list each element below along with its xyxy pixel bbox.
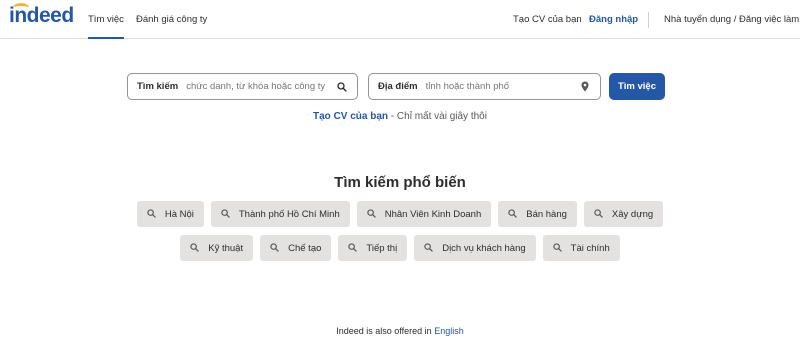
cv-prompt-text: Chỉ mất vài giây thôi <box>396 111 487 122</box>
where-input[interactable] <box>425 76 578 97</box>
popular-search-chip[interactable]: Tài chính <box>542 235 620 261</box>
popular-search-label: Chế tạo <box>288 242 322 254</box>
cv-prompt-separator: - <box>388 111 397 122</box>
create-cv-link[interactable]: Tạo CV của bạn <box>313 111 388 122</box>
popular-search-label: Hà Nội <box>164 208 194 220</box>
what-label: Tìm kiếm <box>137 81 179 92</box>
popular-search-label: Bán hàng <box>526 208 567 220</box>
popular-searches-row-1: Hà Nội Thành phố Hồ Chí Minh Nhân Viên Kin… <box>0 201 800 227</box>
find-jobs-button[interactable]: Tìm việc <box>609 73 665 100</box>
cv-prompt: Tạo CV của bạn - Chỉ mất vài giây thôi <box>0 111 800 122</box>
search-icon <box>348 243 358 253</box>
popular-search-label: Thành phố Hồ Chí Minh <box>238 208 340 220</box>
popular-search-label: Kỹ thuật <box>208 242 244 254</box>
popular-search-label: Dịch vụ khách hàng <box>442 242 526 254</box>
language-footer: Indeed is also offered in English <box>0 326 800 336</box>
search-icon <box>552 243 563 253</box>
popular-searches-row-2: Kỹ thuật Chế tạo Tiếp thị Dịch vụ khách hàn… <box>0 235 800 261</box>
top-navigation: indeed Tìm việc Đánh giá công ty Tạo CV … <box>0 0 800 39</box>
popular-search-label: Xây dựng <box>611 208 654 220</box>
english-language-link[interactable]: English <box>434 326 464 336</box>
nav-find-jobs[interactable]: Tìm việc <box>88 14 124 39</box>
nav-employers[interactable]: Nhà tuyển dụng / Đăng việc làm <box>664 14 799 25</box>
where-label: Địa điểm <box>378 81 418 92</box>
search-icon <box>367 209 377 219</box>
sign-in-link[interactable]: Đăng nhập <box>589 14 638 25</box>
what-input[interactable] <box>186 76 335 97</box>
search-icon <box>221 209 231 219</box>
where-search-field[interactable]: Địa điểm <box>368 73 601 100</box>
popular-search-chip[interactable]: Xây dựng <box>583 201 664 227</box>
nav-company-reviews[interactable]: Đánh giá công ty <box>136 14 207 25</box>
nav-divider <box>648 12 649 28</box>
logo-arc-icon <box>13 3 29 12</box>
popular-search-chip[interactable]: Hà Nội <box>136 201 204 227</box>
popular-search-chip[interactable]: Tiếp thị <box>338 235 408 261</box>
popular-searches-title: Tìm kiếm phổ biến <box>334 174 466 191</box>
popular-search-chip[interactable]: Bán hàng <box>498 201 577 227</box>
nav-create-cv[interactable]: Tạo CV của bạn <box>513 14 582 25</box>
popular-search-label: Nhân Viên Kinh Doanh <box>384 208 482 220</box>
search-icon <box>508 209 518 219</box>
what-search-field[interactable]: Tìm kiếm <box>127 73 358 100</box>
popular-search-chip[interactable]: Thành phố Hồ Chí Minh <box>210 201 350 227</box>
footer-text: Indeed is also offered in <box>336 326 432 336</box>
search-icon <box>270 243 280 253</box>
popular-search-chip[interactable]: Kỹ thuật <box>180 235 254 261</box>
search-icon <box>190 243 200 253</box>
location-pin-icon <box>578 80 592 94</box>
popular-search-label: Tiếp thị <box>366 242 398 254</box>
popular-search-chip[interactable]: Chế tạo <box>260 235 332 261</box>
search-icon <box>594 209 604 219</box>
popular-search-chip[interactable]: Nhân Viên Kinh Doanh <box>356 201 492 227</box>
search-icon <box>147 209 157 219</box>
search-icon <box>424 243 434 253</box>
popular-search-chip[interactable]: Dịch vụ khách hàng <box>414 235 536 261</box>
indeed-logo[interactable]: indeed <box>9 3 74 27</box>
search-icon <box>335 80 349 94</box>
popular-search-label: Tài chính <box>570 242 610 254</box>
